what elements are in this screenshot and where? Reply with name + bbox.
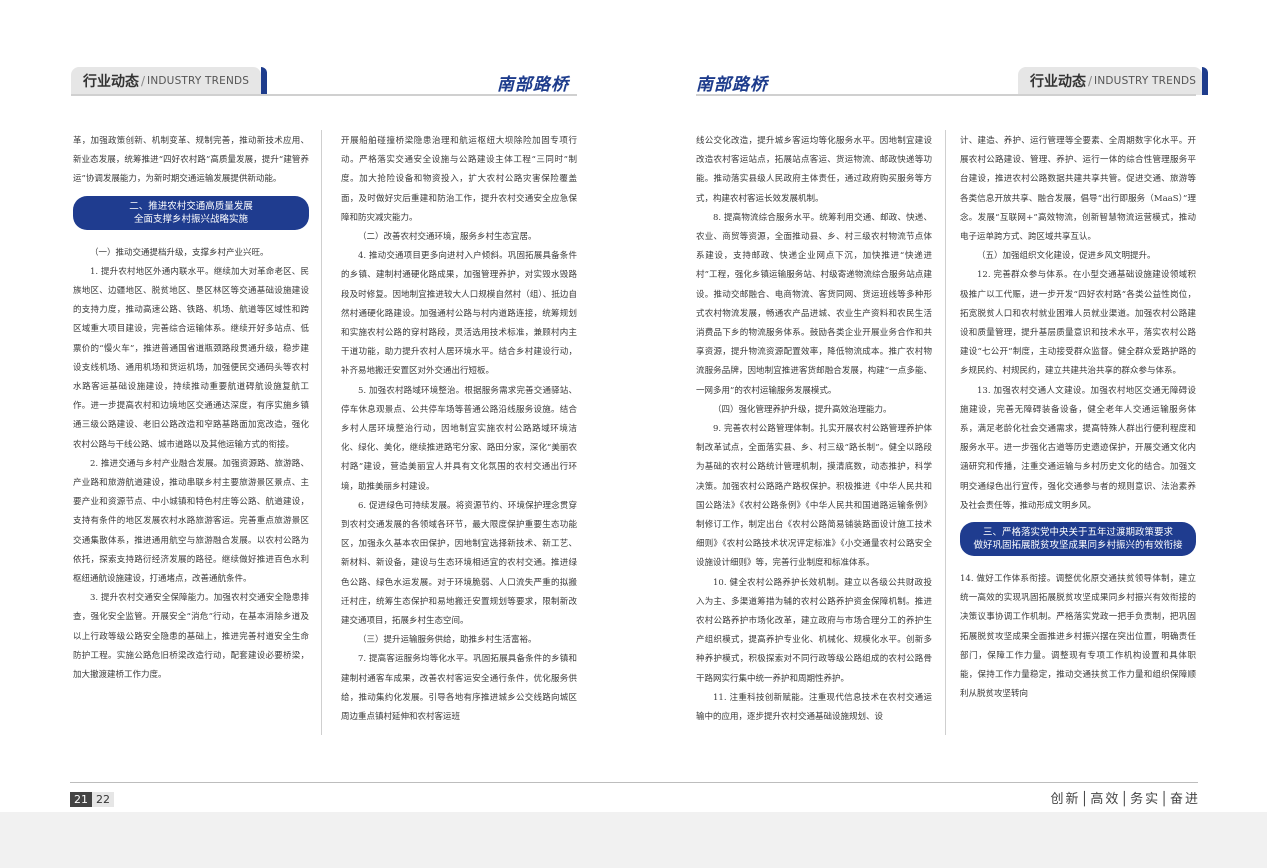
paragraph: 6. 促进绿色可持续发展。将资源节约、环境保护理念贯穿到农村交通发展的各领域各环… xyxy=(341,500,577,627)
subsection-heading: （一）推动交通提档升级，支撑乡村产业兴旺。 xyxy=(90,247,269,258)
subsection-heading: （五）加强组织文化建设，促进乡风文明提升。 xyxy=(977,251,1156,262)
section-title-sep: / xyxy=(141,74,146,88)
column-divider xyxy=(945,130,946,735)
page-number-right: 22 xyxy=(92,792,114,807)
paragraph: 5. 加强农村路域环境整治。根据服务需求完善交通驿站、停车休息观景点、公共停车场… xyxy=(341,385,577,492)
paragraph: 7. 提高客运服务均等化水平。巩固拓展具备条件的乡镇和建制村通客车成果，改善农村… xyxy=(341,654,577,723)
page-numbers: 21 22 xyxy=(70,792,114,807)
brand-logo: 南部路桥 xyxy=(497,75,569,95)
paragraph: 4. 推动交通项目更多向进村入户倾斜。巩固拓展具备条件的乡镇、建制村通硬化路成果… xyxy=(341,251,577,377)
section-title-en: INDUSTRY TRENDS xyxy=(147,75,250,87)
section-title-zh: 行业动态 xyxy=(83,74,139,90)
paragraph: 2. 推进交通与乡村产业融合发展。加强资源路、旅游路、产业路和旅游航道建设，推动… xyxy=(73,458,309,585)
section-heading-pill: 三、严格落实党中央关于五年过渡期政策要求 做好巩固拓展脱贫攻坚成果同乡村振兴的有… xyxy=(960,522,1196,557)
section-accent-bar xyxy=(1202,67,1208,95)
paragraph: 11. 注重科技创新赋能。注重现代信息技术在农村交通运输中的应用，逐步提升农村交… xyxy=(696,692,932,723)
subsection-heading: （三）提升运输服务供给，助推乡村生活富裕。 xyxy=(358,635,537,646)
paragraph: 10. 健全农村公路养护长效机制。建立以各级公共财政投入为主、多渠道筹措为辅的农… xyxy=(696,577,932,684)
right-page: 南部路桥 行业动态 / INDUSTRY TRENDS 线公交化改造，提升城乡客… xyxy=(634,0,1267,868)
bottom-band xyxy=(0,812,1267,868)
paragraph: 12. 完善群众参与体系。在小型交通基础设施建设领域积极推广以工代赈，进一步开发… xyxy=(960,270,1196,377)
brand-logo: 南部路桥 xyxy=(696,75,768,95)
header-rule xyxy=(696,94,1196,96)
page-number-left: 21 xyxy=(70,792,92,807)
paragraph: 1. 提升农村地区外通内联水平。继续加大对革命老区、民族地区、边疆地区、脱贫地区… xyxy=(73,266,309,450)
paragraph: 3. 提升农村交通安全保障能力。加强农村交通安全隐患排查，强化安全监管。开展安全… xyxy=(73,593,309,681)
subsection-heading: （四）强化管理养护升级，提升高效治理能力。 xyxy=(713,404,892,415)
paragraph: 开展船舶碰撞桥梁隐患治理和航运枢纽大坝除险加固专项行动。严格落实交通安全设施与公… xyxy=(341,136,577,223)
paragraph: 8. 提高物流综合服务水平。统筹利用交通、邮政、快递、农业、商贸等资源，全面推动… xyxy=(696,212,932,396)
text-column-2: 开展船舶碰撞桥梁隐患治理和航运枢纽大坝除险加固专项行动。严格落实交通安全设施与公… xyxy=(341,132,577,727)
footer-rule xyxy=(70,782,1198,783)
section-title-zh: 行业动态 xyxy=(1030,74,1086,90)
section-header-tab: 行业动态 / INDUSTRY TRENDS xyxy=(1018,67,1208,95)
subsection-heading: （二）改善农村交通环境，服务乡村生态宜居。 xyxy=(358,232,537,243)
paragraph: 线公交化改造，提升城乡客运均等化服务水平。因地制宜建设改造农村客运站点，拓展站点… xyxy=(696,136,932,204)
section-header-tab: 行业动态 / INDUSTRY TRENDS xyxy=(71,67,267,95)
section-title-en: INDUSTRY TRENDS xyxy=(1094,75,1197,87)
footer-slogan: 创新│高效│务实│奋进 xyxy=(1050,792,1200,807)
left-page: 行业动态 / INDUSTRY TRENDS 南部路桥 革，加强政策创新、机制变… xyxy=(0,0,633,868)
section-accent-bar xyxy=(261,67,267,95)
paragraph: 14. 做好工作体系衔接。调整优化原交通扶贫领导体制，建立统一高效的实现巩固拓展… xyxy=(960,574,1196,700)
text-column-3: 线公交化改造，提升城乡客运均等化服务水平。因地制宜建设改造农村客运站点，拓展站点… xyxy=(696,132,932,727)
column-divider xyxy=(321,130,322,735)
paragraph: 9. 完善农村公路管理体制。扎实开展农村公路管理养护体制改革试点，全面落实县、乡… xyxy=(696,424,932,569)
text-column-4: 计、建造、养护、运行管理等全要素、全周期数字化水平。开展农村公路建设、管理、养护… xyxy=(960,132,1196,704)
section-heading-pill: 二、推进农村交通高质量发展 全面支撑乡村振兴战略实施 xyxy=(73,195,309,230)
paragraph: 革，加强政策创新、机制变革、规制完善，推动新技术应用、新业态发展，统筹推进“四好… xyxy=(73,136,309,185)
paragraph: 计、建造、养护、运行管理等全要素、全周期数字化水平。开展农村公路建设、管理、养护… xyxy=(960,136,1196,243)
paragraph: 13. 加强农村交通人文建设。加强农村地区交通无障碍设施建设，完善无障碍装备设备… xyxy=(960,385,1196,511)
text-column-1: 革，加强政策创新、机制变革、规制完善，推动新技术应用、新业态发展，统筹推进“四好… xyxy=(73,132,309,685)
section-title-sep: / xyxy=(1088,74,1093,88)
